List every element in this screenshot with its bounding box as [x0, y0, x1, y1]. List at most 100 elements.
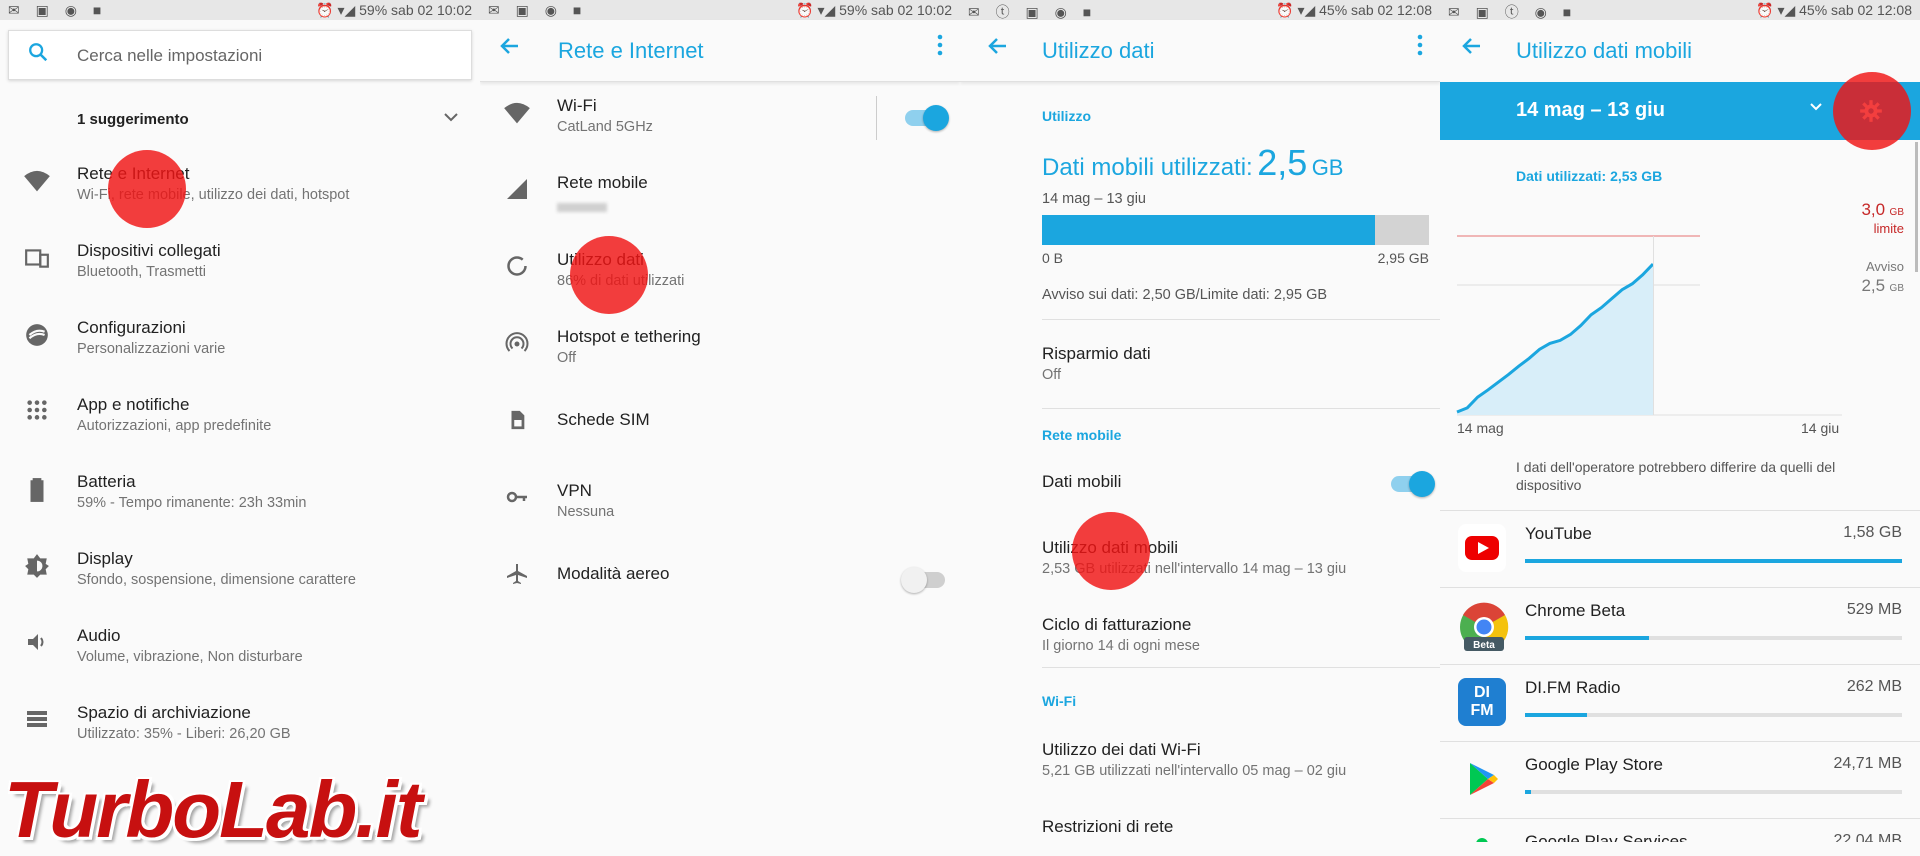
- divider: [1042, 319, 1440, 320]
- warning-unit: GB: [1890, 283, 1904, 294]
- app-row[interactable]: YouTube 1,58 GB: [1440, 510, 1920, 587]
- settings-item-apps[interactable]: App e notifiche Autorizzazioni, app pred…: [0, 381, 480, 455]
- search-bar[interactable]: Cerca nelle impostazioni: [8, 30, 472, 80]
- search-icon: [27, 41, 49, 69]
- app-row[interactable]: Beta Chrome Beta 529 MB: [1440, 587, 1920, 664]
- data-saver-row[interactable]: Risparmio dati Off: [960, 330, 1440, 404]
- more-vert-icon[interactable]: [936, 34, 944, 63]
- notification-icons: ✉ ▣ ◉ ■: [8, 2, 107, 19]
- battery-icon: [22, 476, 52, 506]
- play-store-icon: [1458, 755, 1506, 803]
- sim-row[interactable]: Schede SIM: [480, 390, 960, 464]
- hotspot-row[interactable]: Hotspot e tethering Off: [480, 313, 960, 387]
- item-subtitle: Il giorno 14 di ogni mese: [1042, 638, 1200, 654]
- limit-unit: GB: [1890, 207, 1904, 218]
- app-row[interactable]: DI FM DI.FM Radio 262 MB: [1440, 664, 1920, 741]
- mobile-network-row[interactable]: Rete mobile: [480, 159, 960, 233]
- more-vert-icon[interactable]: [1416, 34, 1424, 63]
- item-subtitle: Autorizzazioni, app predefinite: [77, 418, 271, 434]
- item-title: Restrizioni di rete: [1042, 817, 1173, 837]
- limit-marker: 3,0 GB limite: [1861, 200, 1904, 238]
- wifi-row[interactable]: Wi-Fi CatLand 5GHz: [480, 82, 960, 156]
- item-subtitle: Nessuna: [557, 504, 614, 520]
- item-title: Risparmio dati: [1042, 344, 1151, 364]
- item-subtitle: Personalizzazioni varie: [77, 341, 225, 357]
- settings-item-audio[interactable]: Audio Volume, vibrazione, Non disturbare: [0, 612, 480, 686]
- item-title: Configurazioni: [77, 318, 186, 338]
- status-info: ⏰ ▾◢ 59% sab 02 10:02: [796, 2, 952, 19]
- network-panel: ✉ ▣ ◉ ■ ⏰ ▾◢ 59% sab 02 10:02 Rete e Int…: [480, 0, 960, 842]
- status-info: ⏰ ▾◢ 45% sab 02 12:08: [1276, 2, 1432, 19]
- item-subtitle: CatLand 5GHz: [557, 119, 653, 135]
- network-restrictions-row[interactable]: Restrizioni di rete: [960, 803, 1440, 842]
- airplane-icon: [502, 562, 532, 592]
- settings-item-battery[interactable]: Batteria 59% - Tempo rimanente: 23h 33mi…: [0, 458, 480, 532]
- airplane-row[interactable]: Modalità aereo: [480, 544, 960, 618]
- wifi-toggle[interactable]: [905, 110, 945, 126]
- wifi-usage-row[interactable]: Utilizzo dei dati Wi-Fi 5,21 GB utilizza…: [960, 726, 1440, 800]
- mobile-data-usage-row[interactable]: Utilizzo dati mobili 2,53 GB utilizzati …: [960, 524, 1440, 598]
- settings-item-devices[interactable]: Dispositivi collegati Bluetooth, Trasmet…: [0, 227, 480, 301]
- back-arrow-icon[interactable]: [986, 34, 1010, 65]
- settings-item-storage[interactable]: Spazio di archiviazione Utilizzato: 35% …: [0, 689, 480, 763]
- notification-icons: ✉ ⓣ ▣ ◉ ■: [968, 2, 1097, 22]
- x-end-label: 14 giu: [1801, 420, 1839, 436]
- item-subtitle: 59% - Tempo rimanente: 23h 33min: [77, 495, 306, 511]
- airplane-toggle[interactable]: [905, 572, 945, 588]
- gear-icon[interactable]: [1858, 98, 1884, 129]
- hotspot-icon: [502, 331, 532, 361]
- billing-cycle-row[interactable]: Ciclo di fatturazione Il giorno 14 di og…: [960, 601, 1440, 675]
- app-usage-fill: [1525, 790, 1531, 794]
- chrome-beta-icon: Beta: [1458, 601, 1506, 649]
- item-subtitle: Off: [1042, 367, 1061, 383]
- limit-value: 3,0: [1861, 200, 1885, 219]
- item-title: Wi-Fi: [557, 96, 597, 116]
- data-usage-row[interactable]: Utilizzo dati 86% di dati utilizzati: [480, 236, 960, 310]
- cycle-selector[interactable]: 14 mag – 13 giu: [1440, 82, 1920, 140]
- settings-item-network[interactable]: Rete e Internet Wi-Fi, rete mobile, util…: [0, 150, 480, 224]
- devices-icon: [22, 245, 52, 275]
- data-usage-panel: ✉ ⓣ ▣ ◉ ■ ⏰ ▾◢ 45% sab 02 12:08 Utilizzo…: [960, 0, 1440, 842]
- item-title: Audio: [77, 626, 120, 646]
- app-bar: Rete e Internet: [480, 20, 960, 82]
- mobile-data-toggle[interactable]: [1391, 476, 1431, 492]
- app-size: 1,58 GB: [1843, 524, 1902, 542]
- back-arrow-icon[interactable]: [498, 34, 522, 65]
- suggestion-row[interactable]: 1 suggerimento: [0, 90, 480, 148]
- status-bar: ✉ ▣ ◉ ■ ⏰ ▾◢ 59% sab 02 10:02: [480, 0, 960, 20]
- app-bar: Utilizzo dati mobili: [1440, 20, 1920, 82]
- chevron-down-icon[interactable]: [1808, 100, 1824, 118]
- mobile-data-row[interactable]: Dati mobili: [960, 452, 1440, 514]
- notification-icons: ✉ ▣ ⓣ ◉ ■: [1448, 2, 1577, 22]
- item-title: Hotspot e tethering: [557, 327, 701, 347]
- difm-icon: DI FM: [1458, 678, 1506, 726]
- divider: [876, 96, 877, 140]
- chevron-down-icon: [442, 110, 460, 129]
- item-subtitle: Wi-Fi, rete mobile, utilizzo dei dati, h…: [77, 187, 349, 203]
- settings-item-config[interactable]: Configurazioni Personalizzazioni varie: [0, 304, 480, 378]
- item-subtitle: 86% di dati utilizzati: [557, 273, 684, 289]
- warning-value: 2,5: [1861, 276, 1885, 295]
- app-usage-track: [1525, 636, 1902, 640]
- item-title: App e notifiche: [77, 395, 189, 415]
- usage-bar-fill: [1042, 215, 1375, 245]
- settings-item-display[interactable]: Display Sfondo, sospensione, dimensione …: [0, 535, 480, 609]
- bar-max-label: 2,95 GB: [1378, 250, 1429, 266]
- cycle-label: 14 mag – 13 giu: [1516, 99, 1665, 122]
- page-title: Utilizzo dati: [1042, 38, 1154, 64]
- scrollbar[interactable]: [1915, 142, 1918, 272]
- warning-label: Avviso: [1866, 259, 1904, 274]
- app-row[interactable]: Google Play Services 22,04 MB: [1440, 818, 1920, 842]
- app-usage-track: [1525, 559, 1902, 563]
- app-row[interactable]: Google Play Store 24,71 MB: [1440, 741, 1920, 818]
- item-subtitle: Sfondo, sospensione, dimensione caratter…: [77, 572, 356, 588]
- item-title: VPN: [557, 481, 592, 501]
- mobile-data-used: Dati mobili utilizzati: 2,5 GB: [1042, 142, 1343, 184]
- vpn-row[interactable]: VPN Nessuna: [480, 467, 960, 541]
- back-arrow-icon[interactable]: [1460, 34, 1484, 65]
- search-placeholder: Cerca nelle impostazioni: [77, 46, 262, 66]
- status-bar: ✉ ▣ ⓣ ◉ ■ ⏰ ▾◢ 45% sab 02 12:08: [1440, 0, 1920, 20]
- app-name: Google Play Services: [1525, 832, 1688, 842]
- app-size: 262 MB: [1847, 678, 1902, 696]
- app-name: Google Play Store: [1525, 755, 1663, 775]
